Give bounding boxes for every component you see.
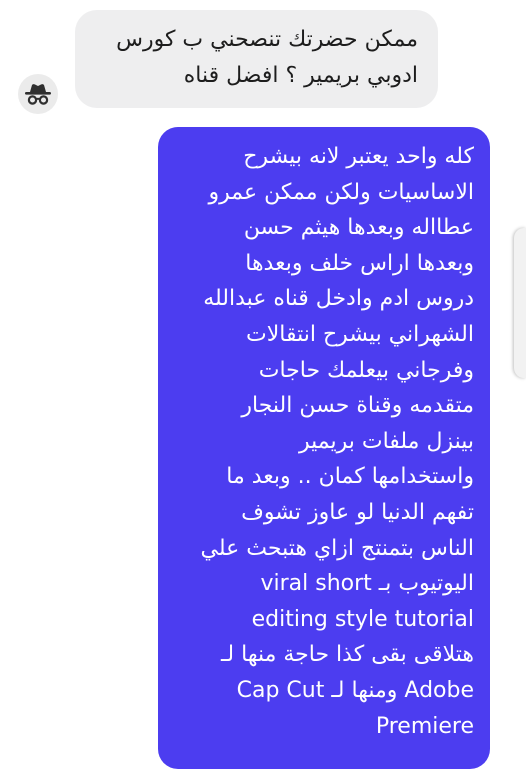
outgoing-message-line: متقدمه وقناة حسن النجار bbox=[241, 393, 474, 419]
outgoing-message-line: وفرجاني بيعلمك حاجات bbox=[258, 357, 474, 383]
incoming-message-line: ادوبي بريمير ؟ افضل قناه bbox=[183, 63, 418, 88]
outgoing-message-line: وبعدها اراس خلف وبعدها bbox=[245, 250, 474, 276]
outgoing-message-line: Premiere bbox=[375, 713, 474, 739]
incognito-spy-icon bbox=[25, 84, 51, 105]
incoming-message-bubble[interactable]: ممكن حضرتك تنصحني ب كورس ادوبي بريمير ؟ … bbox=[75, 10, 438, 108]
outgoing-message-line: تفهم الدنيا لو عاوز تشوف bbox=[241, 499, 474, 525]
outgoing-message-line: واستخدامها كمان .. وبعد ما bbox=[226, 464, 474, 490]
outgoing-message-line: دروس ادم وادخل قناه عبدالله bbox=[203, 286, 474, 312]
incoming-message-row: ممكن حضرتك تنصحني ب كورس ادوبي بريمير ؟ … bbox=[18, 10, 438, 114]
outgoing-message-line: الاساسيات ولكن ممكن عمرو bbox=[208, 179, 475, 205]
outgoing-message-line: بينزل ملفات بريمير bbox=[298, 428, 474, 454]
outgoing-message-bubble[interactable]: كله واحد يعتبر لانه بيشرح الاساسيات ولكن… bbox=[158, 127, 490, 769]
outgoing-message-line: اليوتيوب بـ viral short bbox=[260, 571, 474, 597]
outgoing-message-line: الناس بتمنتج ازاي هتبحث علي bbox=[200, 535, 474, 561]
outgoing-message-line: Cap Cut ومنها لـ Adobe bbox=[236, 677, 474, 703]
outgoing-message-line: الشهراني بيشرح انتقالات bbox=[246, 321, 474, 347]
outgoing-message-line: كله واحد يعتبر لانه بيشرح bbox=[243, 144, 474, 169]
incoming-message-line: ممكن حضرتك تنصحني ب كورس bbox=[116, 27, 418, 52]
edge-panel-handle[interactable] bbox=[514, 228, 526, 378]
outgoing-message-line: هتلاقى بقى كذا حاجة منها لـ bbox=[220, 642, 474, 668]
outgoing-message-line: editing style tutorial bbox=[251, 606, 474, 632]
outgoing-message-line: عطااله وبعدها هيثم حسن bbox=[243, 215, 474, 241]
avatar[interactable] bbox=[18, 74, 58, 114]
